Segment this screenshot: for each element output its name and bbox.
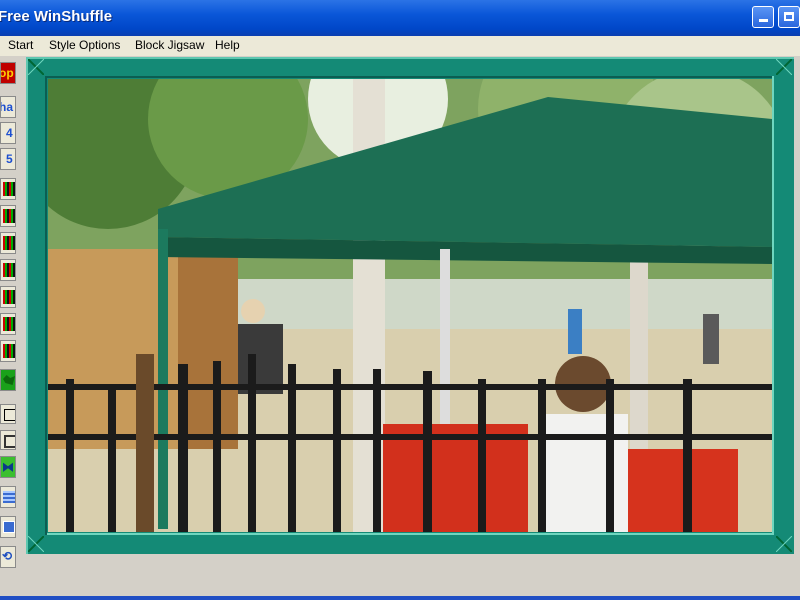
grid-icon [3,491,15,503]
grid-icon [3,521,15,533]
swap-arrows-icon: ⧓ [2,460,14,474]
map-button[interactable] [0,369,16,391]
frame-inner-edge [46,76,773,78]
swap-button[interactable]: ⧓ [0,456,16,478]
puzzle-image[interactable] [48,79,772,532]
large-grid-button[interactable] [0,516,16,538]
square-icon [4,409,15,421]
park-market-scene [48,79,772,532]
frame-highlight [26,57,794,59]
small-grid-button[interactable] [0,486,16,508]
corner-ornament-icon [776,59,792,75]
corner-ornament-icon [776,536,792,552]
menu-style-options[interactable]: Style Options [49,38,120,52]
window-title: Free WinShuffle [0,8,113,25]
puzzle-style-5-button[interactable] [0,286,16,308]
puzzle-grid-icon [3,344,15,358]
menu-start[interactable]: Start [8,38,33,52]
puzzle-style-7-button[interactable] [0,340,16,362]
puzzle-grid-icon [3,290,15,304]
puzzle-style-1-button[interactable] [0,178,16,200]
maximize-button[interactable] [778,6,800,28]
puzzle-style-2-button[interactable] [0,205,16,227]
title-bar: Free WinShuffle [0,0,800,36]
puzzle-grid-icon [3,209,15,223]
frame-inner-edge [46,533,773,535]
menu-help[interactable]: Help [215,38,240,52]
alpha-button[interactable]: ha [0,96,16,118]
menu-block-jigsaw[interactable]: Block Jigsaw [135,38,204,52]
frame-inner-edge [45,76,47,535]
rotate-button[interactable]: ⟲ [0,546,16,568]
puzzle-style-6-button[interactable] [0,313,16,335]
grid-4-button[interactable]: 4 [0,122,16,144]
frame-inner-edge [772,76,774,535]
map-icon [3,375,15,385]
menu-bar: Start Style Options Block Jigsaw Help [0,36,800,57]
grid-5-label: 5 [6,152,13,166]
blank-tile-button[interactable] [0,404,16,424]
taskbar-edge [0,596,800,600]
puzzle-grid-icon [3,236,15,250]
grid-5-button[interactable]: 5 [0,148,16,170]
stop-button[interactable]: op [0,62,16,84]
side-toolbar: op ha 4 5 ⧓ ⟲ [0,60,18,570]
puzzle-style-4-button[interactable] [0,259,16,281]
grid-4-label: 4 [6,126,13,140]
outline-tile-button[interactable] [0,430,16,450]
square-outline-icon [4,435,15,448]
puzzle-grid-icon [3,317,15,331]
minimize-button[interactable] [752,6,774,28]
corner-ornament-icon [28,59,44,75]
puzzle-grid-icon [3,182,15,196]
alpha-label: ha [0,100,14,114]
frame-highlight [26,57,28,554]
corner-ornament-icon [28,536,44,552]
puzzle-grid-icon [3,263,15,277]
maximize-icon [784,12,794,21]
stop-label: op [0,66,14,80]
puzzle-style-3-button[interactable] [0,232,16,254]
rotate-icon: ⟲ [2,549,13,563]
minimize-icon [759,19,768,22]
